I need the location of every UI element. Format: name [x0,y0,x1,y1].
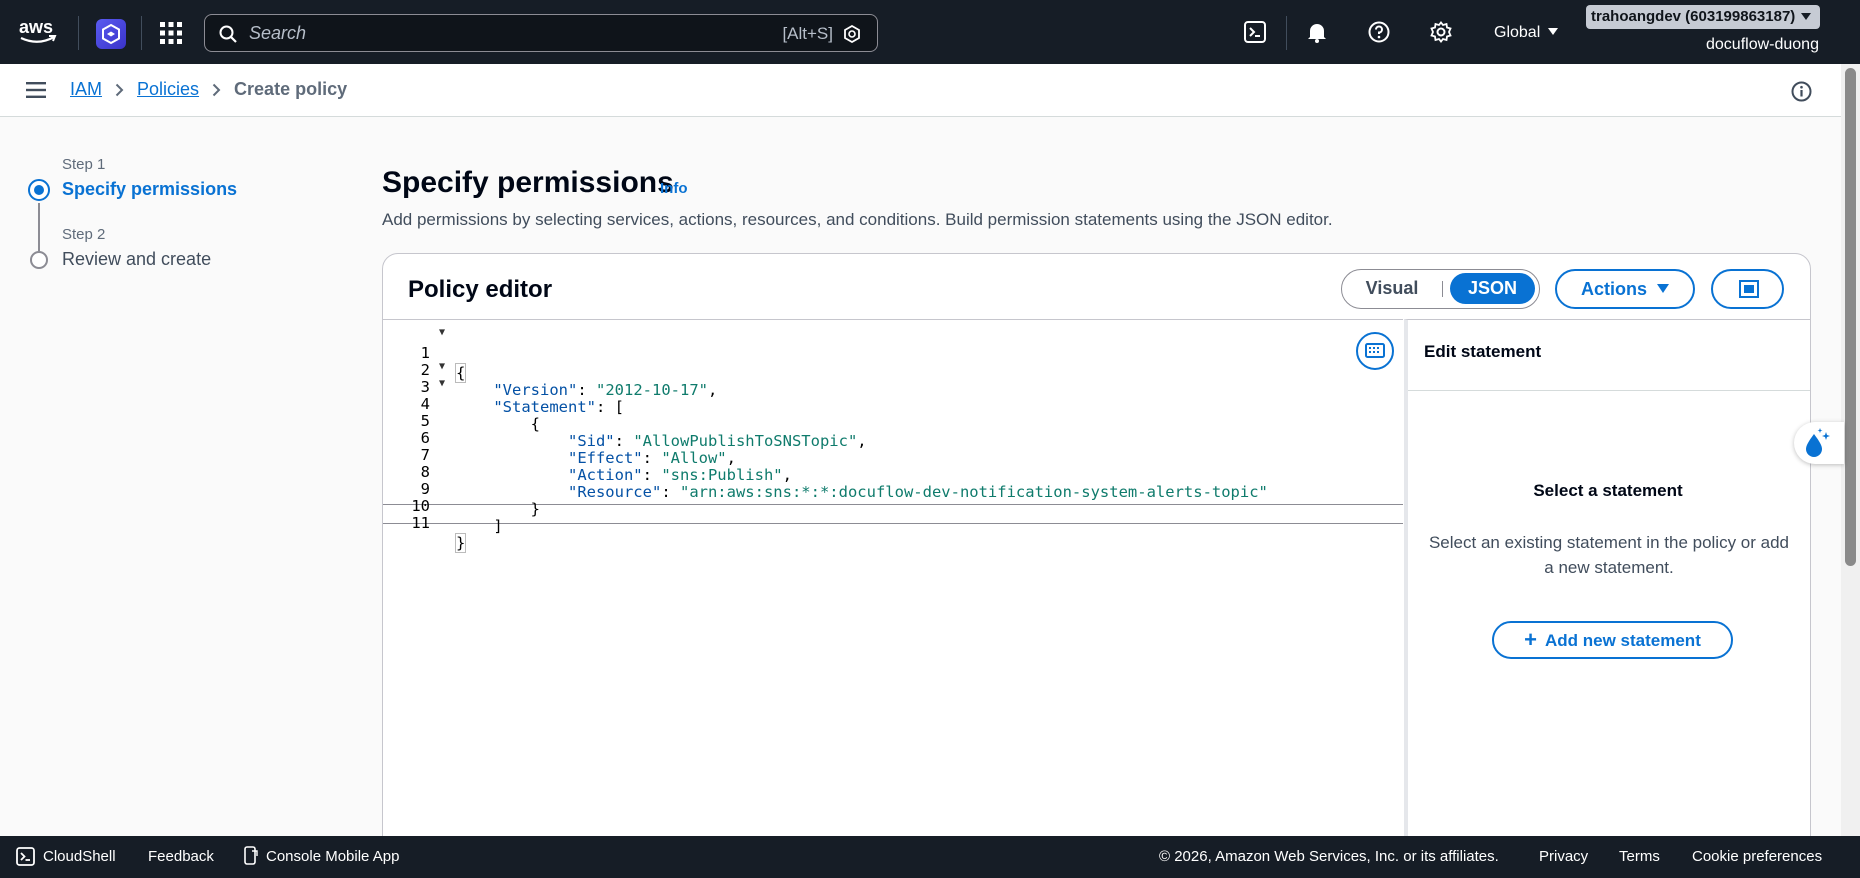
step-2-title: Review and create [62,249,212,269]
service-cube-icon[interactable] [96,19,126,49]
plus-icon: + [1524,627,1537,652]
nav-separator [78,16,79,50]
footer-privacy[interactable]: Privacy [1539,848,1588,865]
amazon-q-icon[interactable] [843,25,861,43]
breadcrumb: IAM Policies Create policy [70,79,347,100]
step-1-label: Step 1 [62,156,106,173]
account-label: trahoangdev (603199863187) [1591,8,1796,25]
add-statement-label: Add new statement [1545,631,1701,650]
username[interactable]: docuflow-duong [1706,36,1819,54]
account-menu[interactable]: trahoangdev (603199863187) [1586,5,1820,29]
chevron-right-icon [115,83,124,97]
gear-icon[interactable] [1430,21,1452,43]
edit-statement-title: Edit statement [1424,342,1542,361]
search-box[interactable]: [Alt+S] [204,14,878,52]
actions-button[interactable]: Actions [1555,269,1695,309]
mobile-app-icon [244,846,258,865]
amazon-q-assistant-button[interactable] [1794,422,1844,464]
breadcrumb-current: Create policy [234,79,348,99]
cloudshell-footer-icon[interactable] [16,847,35,866]
keyboard-icon[interactable] [1356,332,1394,370]
json-mode-button[interactable]: JSON [1450,273,1535,304]
search-shortcut: [Alt+S] [782,24,833,43]
add-new-statement-button[interactable]: + Add new statement [1492,621,1733,659]
page-title: Specify permissions [382,166,674,199]
policy-editor: Policy editor Visual JSON Actions 1 ▼ { 2… [382,253,1811,853]
footer-mobile-app[interactable]: Console Mobile App [266,848,399,865]
empty-state-description: Select an existing statement in the poli… [1428,533,1790,577]
footer-terms[interactable]: Terms [1619,848,1660,865]
top-navigation: aws [Alt+S] Global traho [0,0,1860,64]
code-line: 11 } [383,493,1403,553]
step-2-indicator-icon [30,251,48,269]
json-code-editor[interactable]: 1 ▼ { 2 "Version": "2012-10-17", 3 ▼ "Stat… [383,319,1403,852]
nav-separator [141,16,142,50]
caret-down-icon [1548,28,1559,35]
fullscreen-button[interactable] [1711,269,1784,309]
region-selector[interactable]: Global [1494,24,1559,42]
footer-feedback[interactable]: Feedback [148,848,214,865]
footer-cloudshell[interactable]: CloudShell [43,848,116,865]
search-input[interactable] [249,21,729,45]
edit-statement-panel: Edit statement Select a statement Select… [1404,319,1810,852]
editor-mode-toggle: Visual JSON [1341,269,1540,309]
step-1-indicator-icon [28,179,50,201]
line-number: 11 [411,514,430,532]
step-1-title[interactable]: Specify permissions [62,179,237,200]
caret-down-icon [1657,284,1669,293]
info-link[interactable]: Info [660,180,688,197]
menu-icon[interactable] [26,82,46,98]
info-icon[interactable] [1791,81,1812,102]
search-icon [219,25,237,43]
footer-cookie-preferences[interactable]: Cookie preferences [1692,848,1822,865]
footer: CloudShell Feedback Console Mobile App ©… [0,836,1860,878]
help-icon[interactable] [1368,21,1390,43]
aws-logo[interactable]: aws [18,18,58,46]
step-2-label: Step 2 [62,226,106,243]
visual-mode-button[interactable]: Visual [1354,270,1430,307]
policy-editor-title: Policy editor [408,276,553,303]
actions-label: Actions [1580,279,1647,299]
page-description: Add permissions by selecting services, a… [382,210,1333,229]
fullscreen-icon [1739,280,1759,298]
breadcrumb-bar: IAM Policies Create policy [0,64,1841,117]
step-connector [38,203,40,251]
nav-separator [1286,16,1287,50]
panel-divider [1408,390,1810,391]
caret-down-icon [1801,13,1812,20]
services-grid-icon[interactable] [160,22,182,44]
breadcrumb-iam[interactable]: IAM [70,79,102,100]
scrollbar-thumb[interactable] [1845,68,1856,566]
chevron-right-icon [212,83,221,97]
toggle-divider [1442,281,1443,297]
footer-copyright: © 2026, Amazon Web Services, Inc. or its… [1159,848,1499,865]
text-cursor [465,533,467,551]
breadcrumb-policies[interactable]: Policies [137,79,199,100]
bell-icon[interactable] [1306,21,1328,43]
empty-state-title: Select a statement [1533,481,1683,500]
aws-logo-text: aws [19,18,53,37]
region-label: Global [1494,24,1541,41]
cloudshell-icon[interactable] [1244,21,1266,43]
